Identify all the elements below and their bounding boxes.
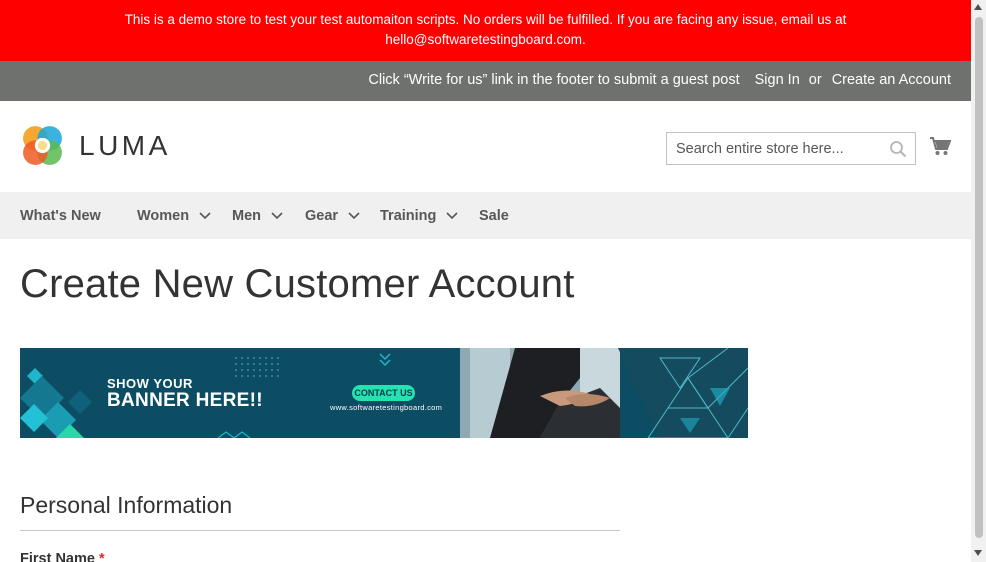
personal-information-title: Personal Information bbox=[20, 492, 233, 518]
nav-item-gear[interactable]: Gear bbox=[305, 208, 360, 224]
cart-icon[interactable] bbox=[929, 135, 951, 157]
nav-item-women[interactable]: Women bbox=[137, 208, 211, 224]
page-title: Create New Customer Account bbox=[20, 262, 575, 306]
nav-item-whats-new[interactable]: What's New bbox=[20, 208, 101, 224]
main-navigation: What's New Women Men Gear Training Sale bbox=[0, 192, 971, 239]
nav-item-men[interactable]: Men bbox=[232, 208, 283, 224]
chevron-down-icon bbox=[199, 212, 211, 220]
scrollbar-thumb[interactable] bbox=[975, 17, 983, 538]
luma-logo-icon bbox=[23, 126, 62, 165]
guest-post-note: Click “Write for us” link in the footer … bbox=[368, 72, 740, 88]
demo-notice-line1: This is a demo store to test your test a… bbox=[124, 12, 847, 27]
chevron-down-icon bbox=[348, 212, 360, 220]
nav-item-label: Sale bbox=[479, 208, 509, 224]
scroll-up-arrow-icon[interactable] bbox=[974, 4, 982, 10]
page: This is a demo store to test your test a… bbox=[0, 0, 971, 562]
page-scrollbar[interactable] bbox=[971, 0, 986, 562]
chevron-down-icon bbox=[271, 212, 283, 220]
banner-headline-large: BANNER HERE!! bbox=[107, 390, 263, 411]
banner-headline-small: SHOW YOUR bbox=[107, 376, 193, 391]
demo-notice-line2: hello@softwaretestingboard.com. bbox=[385, 32, 586, 47]
first-name-label: First Name * bbox=[20, 551, 105, 562]
nav-item-label: Gear bbox=[305, 208, 339, 224]
search-input[interactable] bbox=[667, 133, 867, 164]
search-box bbox=[666, 132, 916, 165]
nav-item-training[interactable]: Training bbox=[380, 208, 458, 224]
nav-item-sale[interactable]: Sale bbox=[479, 208, 509, 224]
required-mark: * bbox=[98, 551, 105, 562]
scroll-down-arrow-icon[interactable] bbox=[974, 550, 982, 556]
chevron-down-icon bbox=[446, 212, 458, 220]
nav-item-label: Men bbox=[232, 208, 261, 224]
nav-item-label: Women bbox=[137, 208, 190, 224]
contact-us-button[interactable]: CONTACT US bbox=[352, 385, 415, 401]
header-links: Click “Write for us” link in the footer … bbox=[368, 72, 951, 88]
section-divider bbox=[20, 530, 620, 531]
create-account-link[interactable]: Create an Account bbox=[832, 72, 951, 88]
banner-url: www.softwaretestingboard.com bbox=[330, 403, 443, 412]
store-logo[interactable]: LUMA bbox=[20, 123, 171, 168]
sign-in-link[interactable]: Sign In bbox=[755, 72, 800, 88]
logo-text: LUMA bbox=[79, 129, 171, 161]
ad-banner[interactable]: SHOW YOUR BANNER HERE!! CONTACT US www.s… bbox=[20, 348, 748, 438]
first-name-label-text: First Name bbox=[20, 551, 95, 562]
site-header: LUMA bbox=[0, 101, 971, 192]
panel-header: Click “Write for us” link in the footer … bbox=[0, 61, 971, 101]
or-separator: or bbox=[808, 72, 822, 88]
nav-item-label: What's New bbox=[20, 208, 101, 224]
nav-item-label: Training bbox=[380, 208, 437, 224]
demo-store-notice: This is a demo store to test your test a… bbox=[0, 0, 971, 61]
search-icon[interactable] bbox=[889, 140, 907, 158]
